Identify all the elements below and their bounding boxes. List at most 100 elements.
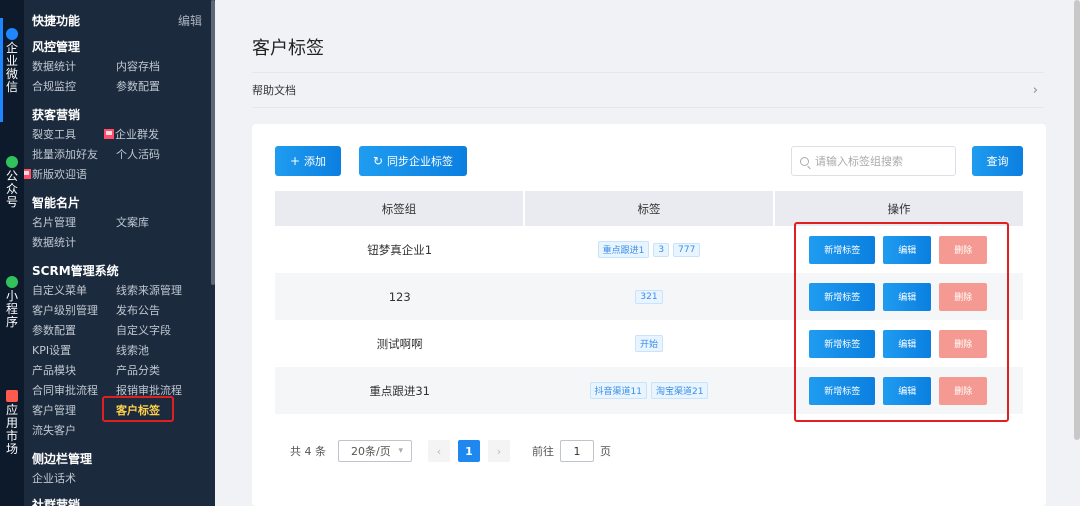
tag-chip: 重点跟进1 [597,241,650,258]
menu-item-copy-library[interactable]: 文案库 [116,214,149,230]
main-scrollbar[interactable] [1074,0,1080,440]
menu-item-scrm-params[interactable]: 参数配置 [32,322,76,338]
tag-chip: 开始 [634,335,663,352]
header-tag-group: 标签组 [275,191,525,226]
tags-cell: 抖音渠道11 淘宝渠道21 [524,367,773,414]
wechat-icon [6,156,18,168]
menu-item-compliance[interactable]: 合规监控 [32,78,76,94]
help-docs-label: 帮助文档 [252,84,296,97]
help-docs-row[interactable]: 帮助文档 › [252,72,1044,108]
menu-item-personal-code[interactable]: 个人活码 [116,146,160,162]
menu-item-scripts[interactable]: 企业话术 [32,470,76,486]
edit-quick-functions-link[interactable]: 编辑 [178,12,202,29]
sync-tags-button[interactable]: ↻ 同步企业标签 [359,146,467,176]
tags-cell: 321 [524,273,773,320]
mini-program-icon [6,276,18,288]
chevron-right-icon: › [1032,82,1038,98]
menu-item-welcome[interactable]: 新版欢迎语 [24,166,87,182]
new-flag-icon [24,169,31,179]
active-menu-highlight [102,396,174,422]
goto-label: 前往 [532,445,554,458]
rail-item-wecom[interactable]: 企业微信 [0,28,24,94]
menu-item-contract-flow[interactable]: 合同审批流程 [32,382,98,398]
add-button[interactable]: + 添加 [275,146,341,176]
menu-group-risk: 风控管理 [32,40,81,54]
sync-tags-label: 同步企业标签 [387,155,454,168]
tag-chip: 3 [653,242,670,257]
next-page-button[interactable]: › [488,440,510,462]
actions-highlight-box [794,222,1009,422]
menu-item-announcement[interactable]: 发布公告 [116,302,160,318]
menu-item-kpi[interactable]: KPI设置 [32,342,71,358]
new-flag-icon [104,129,114,139]
page-title: 客户标签 [252,38,324,59]
tag-group-cell: 123 [388,289,411,304]
menu-item-customer-manage[interactable]: 客户管理 [32,402,76,418]
prev-page-button[interactable]: ‹ [428,440,450,462]
table-header: 标签组 标签 操作 [275,191,1023,226]
menu-item-batch-add[interactable]: 批量添加好友 [32,146,98,162]
menu-item-custom-fields[interactable]: 自定义字段 [116,322,171,338]
secondary-menu: 快捷功能 编辑 风控管理 数据统计 内容存档 合规监控 参数配置 获客营销 裂变… [24,0,215,506]
tags-cell: 重点跟进1 3 777 [524,226,773,273]
page-number-current[interactable]: 1 [458,440,480,462]
rail-item-label: 应用市场 [5,403,18,456]
menu-item-card-stats[interactable]: 数据统计 [32,234,76,250]
menu-item-custom-menu[interactable]: 自定义菜单 [32,282,87,298]
tag-chip: 321 [635,289,663,304]
menu-item-label: 企业群发 [115,128,159,141]
tag-group-cell: 测试啊啊 [376,336,423,351]
menu-item-data-stats[interactable]: 数据统计 [32,58,76,74]
page-size-select[interactable]: 20条/页 ▾ [338,440,412,462]
rail-item-mini-program[interactable]: 小程序 [0,276,24,329]
rail-item-label: 小程序 [5,289,18,329]
menu-group-community: 社群营销 [32,498,81,506]
add-button-label: 添加 [304,155,327,168]
menu-item-lead-source[interactable]: 线索来源管理 [116,282,182,298]
rail-item-app-market[interactable]: 应用市场 [0,390,24,456]
header-tags: 标签 [525,191,775,226]
menu-item-params[interactable]: 参数配置 [116,78,160,94]
menu-item-fission[interactable]: 裂变工具 [32,126,76,142]
page-suffix: 页 [600,445,611,458]
search-icon [800,156,809,166]
menu-group-sidebar: 侧边栏管理 [32,452,93,466]
rail-item-label: 企业微信 [5,41,18,94]
cube-icon [6,390,18,402]
tag-group-cell: 钮梦真企业1 [367,242,433,257]
page-size-value: 20条/页 [351,445,391,458]
quick-functions-title: 快捷功能 [32,14,81,28]
tag-chip: 抖音渠道11 [589,382,647,399]
wecom-icon [6,28,18,40]
menu-item-product-category[interactable]: 产品分类 [116,362,160,378]
menu-item-content-archive[interactable]: 内容存档 [116,58,160,74]
menu-item-mass-send[interactable]: 企业群发 [104,126,159,142]
header-actions: 操作 [887,201,911,216]
search-input[interactable]: 请输入标签组搜索 [791,146,956,176]
goto-page-input[interactable]: 1 [560,440,594,462]
app-rail: 企业微信 公众号 小程序 应用市场 [0,0,24,506]
tags-cell: 开始 [524,320,773,367]
chevron-down-icon: ▾ [398,446,403,456]
menu-item-product-module[interactable]: 产品模块 [32,362,76,378]
menu-item-lost-customers[interactable]: 流失客户 [32,422,76,438]
menu-item-customer-level[interactable]: 客户级别管理 [32,302,98,318]
plus-icon: + [289,154,301,168]
quick-functions-header: 快捷功能 编辑 [32,12,202,29]
query-button[interactable]: 查询 [972,146,1023,176]
menu-item-lead-pool[interactable]: 线索池 [116,342,149,358]
rail-item-label: 公众号 [5,169,18,209]
pagination: 共 4 条 20条/页 ▾ ‹ 1 › 前往 1 页 [290,440,611,462]
tag-chip: 777 [673,242,701,257]
menu-group-acquisition: 获客营销 [32,108,81,122]
refresh-icon: ↻ [372,154,384,168]
search-placeholder: 请输入标签组搜索 [815,155,903,168]
menu-item-label: 新版欢迎语 [32,168,87,181]
tag-chip: 淘宝渠道21 [650,382,709,399]
rail-item-official-account[interactable]: 公众号 [0,156,24,209]
menu-item-card-manage[interactable]: 名片管理 [32,214,76,230]
tag-group-cell: 重点跟进31 [369,383,430,398]
menu-group-scrm: SCRM管理系统 [32,264,119,278]
menu-group-card: 智能名片 [32,196,81,210]
total-count: 共 4 条 [290,445,326,458]
